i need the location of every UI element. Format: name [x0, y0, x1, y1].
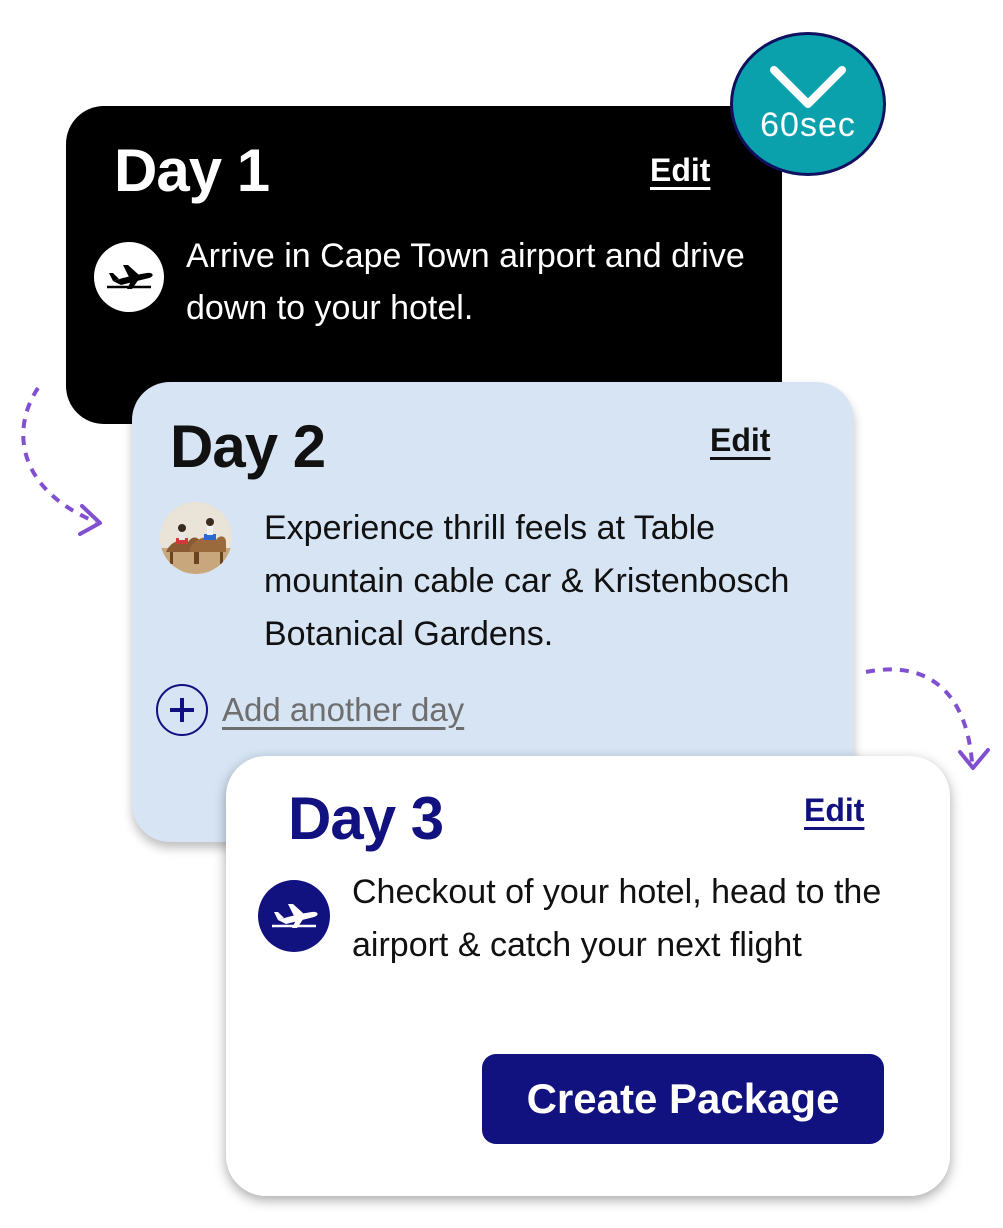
day-2-edit-link[interactable]: Edit [710, 422, 770, 459]
timer-badge-label: 60sec [760, 105, 856, 144]
itinerary-canvas: Day 1 Edit Arrive in Cape Town airport a… [0, 0, 1003, 1228]
plus-circle-icon [156, 684, 208, 736]
add-another-day-label: Add another day [222, 691, 465, 728]
day-3-edit-link[interactable]: Edit [804, 792, 864, 829]
airplane-icon [258, 880, 330, 952]
camel-ride-photo [160, 502, 232, 574]
checkmark-icon [770, 65, 846, 108]
day-2-title: Day 2 [170, 413, 326, 480]
add-another-day-button[interactable]: Add another day [156, 684, 464, 736]
day-1-card: Day 1 Edit Arrive in Cape Town airport a… [66, 106, 782, 424]
day-1-title: Day 1 [114, 137, 270, 204]
day-3-title: Day 3 [288, 785, 444, 852]
timer-badge: 60sec [730, 32, 886, 176]
day-1-description: Arrive in Cape Town airport and drive do… [186, 237, 745, 327]
day-1-edit-link[interactable]: Edit [650, 152, 710, 189]
day-3-card: Day 3 Edit Checkout of your hotel, head … [226, 756, 950, 1196]
airplane-icon [94, 242, 164, 312]
day-2-description: Experience thrill feels at Table mountai… [264, 509, 790, 653]
day-3-description: Checkout of your hotel, head to the airp… [352, 873, 882, 964]
create-package-button[interactable]: Create Package [482, 1054, 884, 1144]
